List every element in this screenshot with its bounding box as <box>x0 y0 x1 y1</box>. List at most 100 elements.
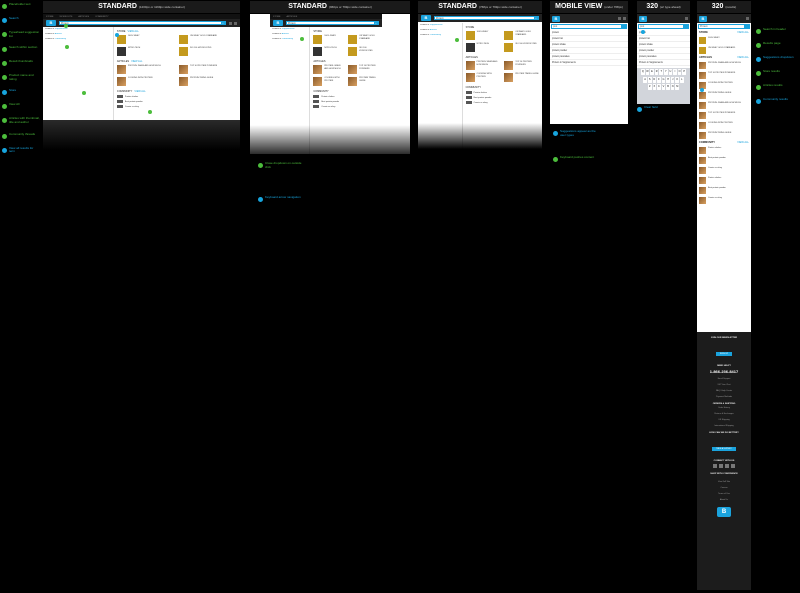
footer-link[interactable]: Order History <box>697 407 751 409</box>
footer-link[interactable]: View Full Site <box>697 481 751 483</box>
article-result[interactable]: TOP 10 PROTEIN POWDERS <box>504 61 539 70</box>
search-input[interactable]: prot <box>638 24 689 29</box>
article-result[interactable]: TOP 10 PROTEIN POWDERS <box>697 110 751 120</box>
search-icon[interactable] <box>621 25 626 28</box>
article-result[interactable]: PROTEIN: WHEN AND HOW MUCH <box>697 60 751 70</box>
key[interactable]: C <box>657 84 661 90</box>
key[interactable]: Q <box>641 69 645 75</box>
key[interactable]: L <box>680 76 684 83</box>
product-result[interactable]: NITRO-TECH <box>313 47 344 56</box>
community-result[interactable]: Best protein powder <box>465 96 539 99</box>
key[interactable]: Y <box>664 69 668 75</box>
footer-link[interactable]: Terms of Use <box>697 493 751 495</box>
article-result[interactable]: PROTEIN: WHEN AND HOW MUCH <box>697 100 751 110</box>
key[interactable]: H <box>666 76 670 83</box>
product-result[interactable]: ISO 100 HYDROLYZED <box>178 47 237 56</box>
footer-link[interactable]: Careers <box>697 487 751 489</box>
user-icon[interactable] <box>685 17 688 20</box>
community-result[interactable]: Best protein powder <box>313 100 379 103</box>
mobile-suggestion[interactable]: Protein in Supplements <box>550 60 628 66</box>
community-result[interactable]: Protein shakes <box>697 145 751 155</box>
key[interactable]: R <box>654 69 659 75</box>
key[interactable]: T <box>659 69 663 75</box>
article-result[interactable]: COOKING WITH PROTEIN <box>697 80 751 90</box>
key[interactable]: F <box>657 76 661 83</box>
product-result[interactable]: ISO 100 HYDROLYZED <box>504 43 539 52</box>
logo[interactable]: B <box>46 20 56 26</box>
footer-link[interactable]: Email Support <box>697 378 751 380</box>
search-icon[interactable]: ⌕ <box>221 22 225 25</box>
key[interactable]: V <box>661 84 666 90</box>
article-result[interactable]: COOKING WITH PROTEIN <box>697 120 751 130</box>
user-icon[interactable] <box>234 21 237 25</box>
search-icon[interactable] <box>744 25 749 28</box>
cart-icon[interactable] <box>623 17 626 20</box>
logo[interactable]: B <box>639 15 647 22</box>
search-input[interactable]: Protein <box>698 24 750 29</box>
youtube-icon[interactable] <box>725 464 729 468</box>
article-result[interactable]: PROTEIN: WHEN AND HOW MUCH <box>116 65 175 74</box>
key[interactable]: S <box>647 76 652 83</box>
key[interactable]: A <box>643 76 647 83</box>
mobile-suggestion[interactable]: Protein in Supplements <box>637 60 690 66</box>
community-result[interactable]: Protein shakes <box>313 95 379 98</box>
logo[interactable]: B <box>699 15 707 22</box>
key[interactable]: B <box>666 84 670 90</box>
community-result[interactable]: Protein shakes <box>697 175 751 185</box>
cart-icon[interactable] <box>229 21 232 25</box>
article-result[interactable]: PROTEIN TIMING GUIDE <box>697 130 751 140</box>
key[interactable]: I <box>673 69 677 75</box>
community-result[interactable]: Casein vs whey <box>697 195 751 205</box>
suggestion-item[interactable]: Protein in Community <box>45 38 111 40</box>
community-result[interactable]: Casein vs whey <box>465 101 539 104</box>
key[interactable]: O <box>677 69 682 75</box>
community-result[interactable]: Casein vs whey <box>116 105 237 108</box>
product-result[interactable]: 100% WHEY <box>116 35 175 44</box>
onscreen-keyboard[interactable]: QWERTYUIOPASDFGHJKLZXCVBNM <box>637 68 690 104</box>
facebook-icon[interactable] <box>713 464 717 468</box>
article-result[interactable]: TOP 10 PROTEIN POWDERS <box>178 65 237 74</box>
article-result[interactable]: COOKING WITH PROTEIN <box>116 77 175 86</box>
cart-icon[interactable] <box>746 17 749 20</box>
product-result[interactable]: 100% WHEY <box>465 31 501 40</box>
key[interactable]: P <box>682 69 686 75</box>
logo[interactable]: B <box>552 15 560 22</box>
search-icon[interactable]: ⌕ <box>534 17 538 20</box>
search-icon[interactable] <box>683 25 688 28</box>
community-result[interactable]: Best protein powder <box>697 155 751 165</box>
product-result[interactable]: 100% WHEY <box>697 35 751 45</box>
article-result[interactable]: PROTEIN: WHEN AND HOW MUCH <box>313 65 344 74</box>
suggestion-item[interactable]: Protein in Supplements <box>45 28 111 30</box>
search-input[interactable]: Protein⌕ <box>434 16 539 20</box>
search-input[interactable]: prot <box>551 24 627 29</box>
twitter-icon[interactable] <box>719 464 723 468</box>
search-input[interactable]: Protein⌕ <box>286 21 379 25</box>
key[interactable]: J <box>670 76 675 83</box>
community-result[interactable]: Protein shakes <box>465 91 539 94</box>
search-input[interactable]: Protein⌕ <box>59 21 226 25</box>
article-result[interactable]: TOP 10 PROTEIN POWDERS <box>697 70 751 80</box>
product-result[interactable]: NITRO-TECH <box>116 47 175 56</box>
product-result[interactable]: 100% WHEY <box>313 35 344 44</box>
article-result[interactable]: PROTEIN TIMING GUIDE <box>348 77 379 86</box>
footer-link[interactable]: International Shipping <box>697 425 751 427</box>
key[interactable]: U <box>668 69 673 75</box>
product-result[interactable]: ON WHEY GOLD STANDARD <box>178 35 237 44</box>
key[interactable]: N <box>670 84 675 90</box>
search-icon[interactable]: ⌕ <box>374 22 378 25</box>
community-result[interactable]: Best protein powder <box>697 185 751 195</box>
key[interactable]: E <box>650 69 654 75</box>
suggestion-item[interactable]: Protein in Articles <box>420 29 460 31</box>
key[interactable]: Z <box>647 84 652 90</box>
footer-link[interactable]: US Shipping <box>697 419 751 421</box>
suggestion-item[interactable]: Protein in Supplements <box>272 28 307 30</box>
key[interactable]: W <box>645 69 650 75</box>
logo[interactable]: B <box>421 15 431 21</box>
footer-link[interactable]: FAQ / Help Center <box>697 390 751 392</box>
community-result[interactable]: Protein shakes <box>116 95 237 98</box>
product-result[interactable]: ON WHEY GOLD STANDARD <box>348 35 379 44</box>
logo[interactable]: B <box>273 20 283 26</box>
product-result[interactable]: ON WHEY GOLD STANDARD <box>504 31 539 40</box>
community-result[interactable]: Casein vs whey <box>313 105 379 108</box>
footer-link[interactable]: 24/7 Live Chat <box>697 384 751 386</box>
